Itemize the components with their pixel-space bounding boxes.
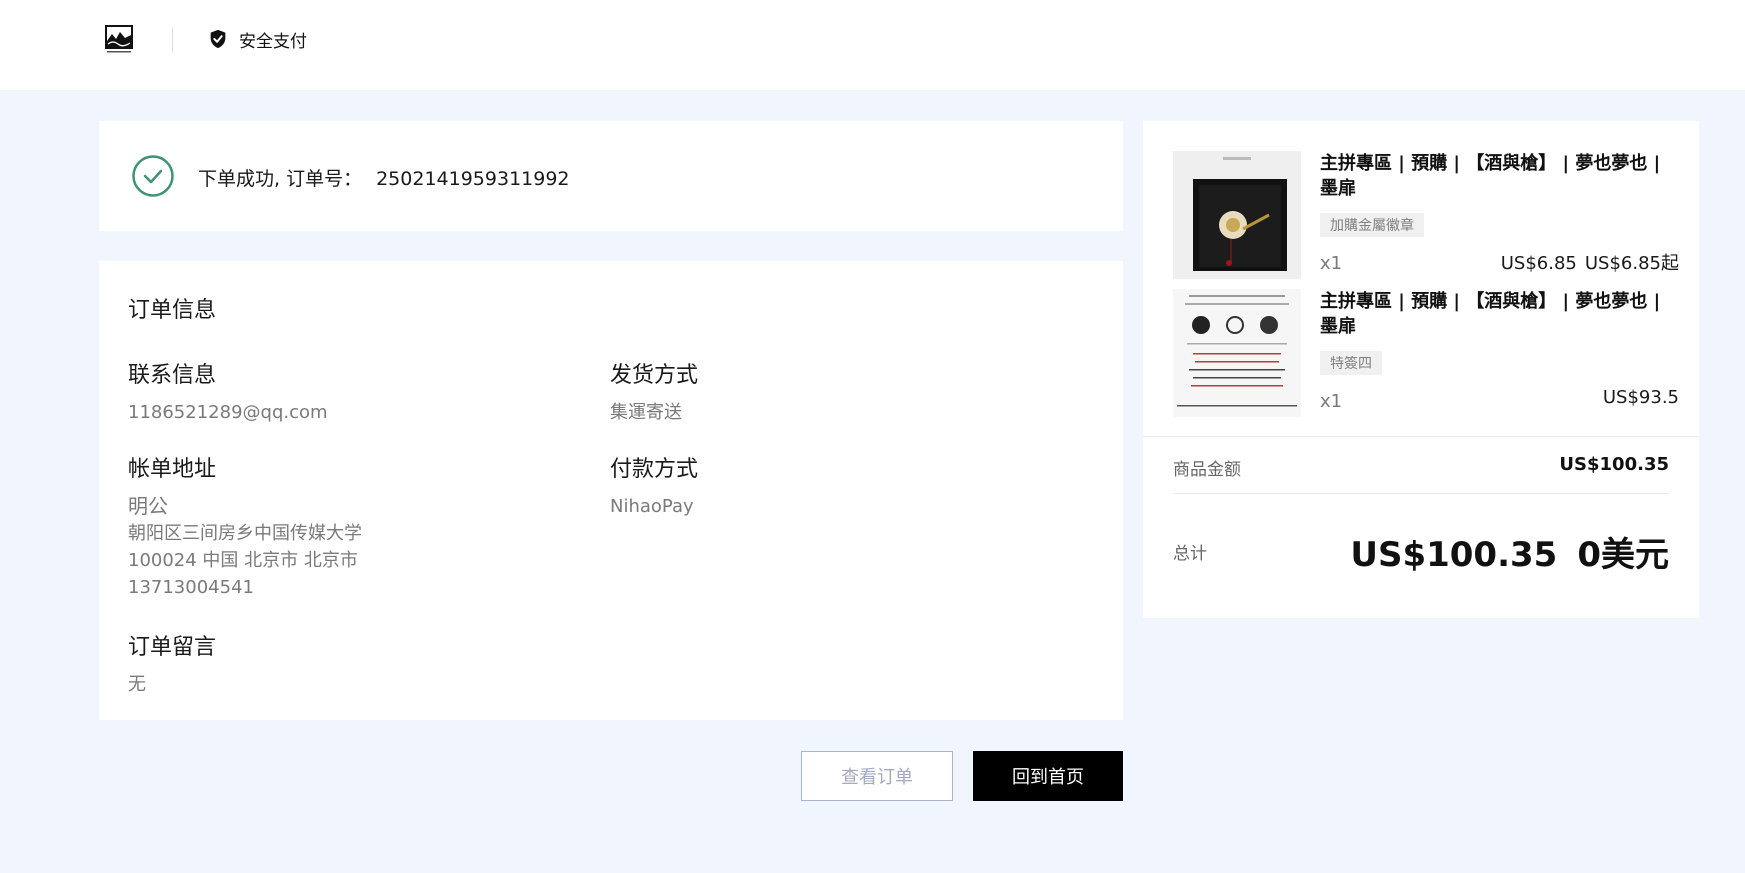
order-summary-panel: 主拼專區 | 預購 | 【酒與槍】 | 夢也夢也 | 墨扉 加購金屬徽章 x1 … (1143, 121, 1699, 618)
order-success-banner: 下单成功, 订单号： 2502141959311992 (99, 121, 1123, 231)
order-info-panel: 订单信息 联系信息 1186521289@qq.com 发货方式 集運寄送 帐单… (99, 261, 1123, 720)
order-info-title: 订单信息 (128, 298, 217, 323)
payment-value: NihaoPay (610, 496, 694, 517)
contact-label: 联系信息 (128, 363, 217, 388)
secure-payment-label: 安全支付 (239, 31, 307, 52)
billing-name: 明公 (128, 494, 168, 518)
shipping-label: 发货方式 (610, 363, 699, 388)
note-label: 订单留言 (128, 635, 217, 660)
billing-postal-line: 100024 中国 北京市 北京市 (128, 550, 358, 571)
product-quantity: x1 (1320, 253, 1343, 274)
subtotal-label: 商品金额 (1173, 460, 1241, 480)
summary-divider (1143, 436, 1699, 437)
contact-info: 联系信息 1186521289@qq.com (128, 357, 328, 426)
product-variant-badge: 加購金屬徽章 (1320, 213, 1424, 237)
order-note: 订单留言 无 (128, 629, 216, 698)
billing-label: 帐单地址 (128, 457, 217, 482)
product-thumbnail (1173, 151, 1301, 279)
success-check-icon (132, 155, 174, 197)
product-quantity: x1 (1320, 391, 1343, 412)
top-bar: 安全支付 (0, 0, 1745, 90)
header-divider (172, 28, 173, 52)
product-price: US$6.85 US$6.85起 (1501, 249, 1679, 275)
view-order-button[interactable]: 查看订单 (801, 751, 953, 801)
total-value: US$100.35 0美元 (1350, 527, 1669, 576)
payment-label: 付款方式 (610, 457, 699, 482)
product-price: US$93.5 (1602, 387, 1679, 408)
back-home-button[interactable]: 回到首页 (973, 751, 1123, 801)
product-unit-price: US$6.85 (1500, 253, 1577, 274)
cart-item: 主拼專區 | 預購 | 【酒與槍】 | 夢也夢也 | 墨扉 特簽四 x1 US$… (1173, 289, 1679, 417)
billing-address: 帐单地址 明公 朝阳区三间房乡中国传媒大学 100024 中国 北京市 北京市 … (128, 451, 362, 601)
product-price-from: US$6.85起 (1584, 253, 1679, 274)
product-name[interactable]: 主拼專區 | 預購 | 【酒與槍】 | 夢也夢也 | 墨扉 (1320, 151, 1680, 201)
shipping-method: 发货方式 集運寄送 (610, 357, 698, 426)
product-thumbnail (1173, 289, 1301, 417)
note-value: 无 (128, 674, 146, 695)
billing-address-line: 朝阳区三间房乡中国传媒大学 (128, 523, 362, 544)
payment-method: 付款方式 NihaoPay (610, 451, 698, 520)
subtotal-value: US$100.35 (1559, 454, 1669, 475)
product-variant-badge: 特簽四 (1320, 351, 1382, 375)
billing-phone: 13713004541 (128, 577, 254, 598)
shipping-value: 集運寄送 (610, 402, 682, 423)
shield-check-icon (210, 29, 226, 49)
summary-divider (1173, 493, 1669, 494)
success-message: 下单成功, 订单号： 2502141959311992 (198, 164, 570, 191)
product-name[interactable]: 主拼專區 | 預購 | 【酒與槍】 | 夢也夢也 | 墨扉 (1320, 289, 1680, 339)
total-amount: US$100.35 (1350, 535, 1558, 575)
total-alt-currency: 0美元 (1577, 535, 1669, 575)
cart-item: 主拼專區 | 預購 | 【酒與槍】 | 夢也夢也 | 墨扉 加購金屬徽章 x1 … (1173, 151, 1679, 279)
success-text: 下单成功, 订单号： (198, 168, 363, 190)
total-label: 总计 (1173, 544, 1207, 564)
brand-logo-icon[interactable] (105, 25, 133, 55)
contact-email: 1186521289@qq.com (128, 402, 328, 423)
secure-payment-indicator: 安全支付 (207, 27, 307, 52)
order-number: 2502141959311992 (376, 168, 570, 190)
